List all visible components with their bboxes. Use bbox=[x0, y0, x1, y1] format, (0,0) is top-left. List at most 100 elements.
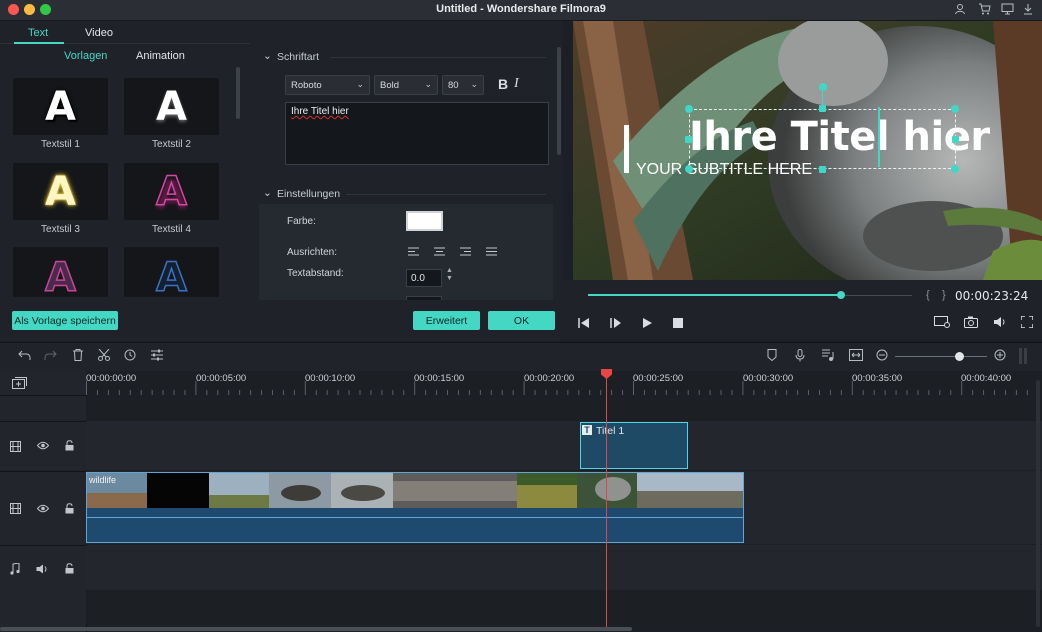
tab-video[interactable]: Video bbox=[85, 27, 113, 39]
ok-button[interactable]: OK bbox=[488, 311, 555, 330]
zoom-slider-knob[interactable] bbox=[955, 352, 965, 361]
timeline-ruler[interactable]: 00:00:00:00 00:00:05:00 00:00:10:00 00:0… bbox=[86, 371, 1042, 395]
rotate-handle[interactable] bbox=[819, 83, 827, 91]
speaker-icon[interactable] bbox=[36, 564, 49, 577]
window-titlebar: Untitled - Wondershare Filmora9 bbox=[0, 0, 1042, 21]
play-icon[interactable] bbox=[642, 317, 652, 331]
redo-icon[interactable] bbox=[44, 349, 57, 364]
template-glyph-1: A bbox=[45, 83, 76, 130]
ruler-label: 00:00:30:00 bbox=[743, 373, 794, 384]
timeline-vscrollbar[interactable] bbox=[1036, 380, 1040, 627]
timeline-hscrollbar[interactable] bbox=[0, 627, 632, 631]
lock-icon[interactable] bbox=[65, 503, 74, 517]
video-clip-thumbnails bbox=[87, 473, 743, 508]
undo-icon[interactable] bbox=[18, 349, 31, 364]
settings-scrollbar[interactable] bbox=[557, 47, 561, 155]
zoom-slider-track[interactable] bbox=[895, 356, 987, 357]
align-center-icon[interactable] bbox=[434, 247, 445, 259]
delete-icon[interactable] bbox=[73, 349, 83, 364]
advanced-button[interactable]: Erweitert bbox=[413, 311, 480, 330]
audio-meter-icon[interactable] bbox=[1019, 348, 1027, 367]
music-note-icon bbox=[10, 562, 20, 578]
playback-progress bbox=[588, 294, 841, 296]
lock-icon[interactable] bbox=[65, 563, 74, 577]
resize-handle[interactable] bbox=[952, 136, 959, 143]
align-left-icon[interactable] bbox=[408, 247, 419, 259]
template-tile-2[interactable]: A bbox=[124, 78, 219, 135]
settings-section-label: Einstellungen bbox=[277, 188, 341, 200]
marker-icon[interactable] bbox=[767, 349, 777, 364]
color-swatch[interactable] bbox=[406, 211, 443, 231]
font-family-select[interactable]: Roboto ⌄ bbox=[285, 75, 370, 95]
title-track[interactable] bbox=[86, 421, 1042, 470]
align-justify-icon[interactable] bbox=[486, 247, 497, 259]
italic-button[interactable]: I bbox=[514, 76, 519, 92]
font-weight-value: Bold bbox=[380, 80, 400, 91]
snapshot-icon[interactable] bbox=[964, 316, 978, 331]
resize-handle[interactable] bbox=[685, 136, 692, 143]
video-clip[interactable]: wildlife bbox=[86, 472, 744, 543]
spacing-input[interactable]: 0.0 bbox=[406, 269, 442, 287]
step-forward-icon[interactable] bbox=[610, 317, 622, 331]
lock-icon[interactable] bbox=[65, 440, 74, 454]
cut-icon[interactable] bbox=[98, 348, 110, 364]
stop-icon[interactable] bbox=[673, 317, 683, 331]
video-preview[interactable]: Ihre Titel hier YOUR SUBTITLE HERE bbox=[573, 21, 1042, 280]
align-right-icon[interactable] bbox=[460, 247, 471, 259]
add-track-icon[interactable] bbox=[12, 377, 27, 392]
voiceover-icon[interactable] bbox=[822, 349, 834, 364]
template-tile-1[interactable]: A bbox=[13, 78, 108, 135]
chevron-down-icon: ⌄ bbox=[470, 79, 478, 89]
template-tile-4[interactable]: A bbox=[124, 163, 219, 220]
resize-handle[interactable] bbox=[685, 105, 693, 113]
resize-handle[interactable] bbox=[819, 166, 826, 173]
font-weight-select[interactable]: Bold ⌄ bbox=[374, 75, 438, 95]
font-size-select[interactable]: 80 ⌄ bbox=[442, 75, 484, 95]
mark-in-icon[interactable]: { bbox=[926, 289, 930, 301]
zoom-in-icon[interactable] bbox=[994, 349, 1006, 364]
fullscreen-icon[interactable] bbox=[1020, 315, 1034, 331]
zoom-out-icon[interactable] bbox=[876, 349, 888, 364]
template-tile-6[interactable]: A bbox=[124, 247, 219, 297]
template-label-3: Textstil 3 bbox=[41, 224, 80, 235]
template-tile-3[interactable]: A bbox=[13, 163, 108, 220]
skip-back-icon[interactable] bbox=[578, 317, 590, 331]
template-tile-5[interactable]: A bbox=[13, 247, 108, 297]
subtab-animation[interactable]: Animation bbox=[136, 50, 185, 62]
spacing-stepper[interactable]: ▲ ▼ bbox=[446, 267, 453, 283]
chevron-down-icon[interactable]: ⌄ bbox=[263, 50, 272, 62]
resize-handle[interactable] bbox=[951, 165, 959, 173]
chevron-down-icon[interactable]: ⌄ bbox=[263, 187, 272, 199]
speed-icon[interactable] bbox=[124, 349, 136, 364]
fit-timeline-icon[interactable] bbox=[849, 349, 863, 364]
tab-text[interactable]: Text bbox=[28, 27, 48, 39]
subtab-templates[interactable]: Vorlagen bbox=[64, 50, 107, 62]
audio-track[interactable] bbox=[86, 545, 1042, 590]
selection-box[interactable] bbox=[689, 109, 956, 169]
next-field-input[interactable] bbox=[406, 296, 442, 300]
save-as-template-button[interactable]: Als Vorlage speichern bbox=[12, 311, 118, 330]
title-text-input[interactable]: Ihre Titel hier bbox=[285, 102, 549, 165]
cart-icon[interactable] bbox=[978, 3, 991, 18]
title-clip[interactable]: T Titel 1 bbox=[580, 422, 688, 469]
resize-handle[interactable] bbox=[951, 105, 959, 113]
bold-button[interactable]: B bbox=[498, 76, 508, 92]
ruler-label: 00:00:05:00 bbox=[196, 373, 247, 384]
microphone-icon[interactable] bbox=[795, 349, 805, 365]
eye-icon[interactable] bbox=[36, 441, 50, 453]
user-icon[interactable] bbox=[954, 3, 966, 18]
mark-out-icon[interactable]: } bbox=[942, 289, 946, 301]
timecode: 00:00:23:24 bbox=[955, 289, 1029, 303]
download-icon[interactable] bbox=[1023, 3, 1033, 18]
templates-scrollbar[interactable] bbox=[236, 67, 240, 119]
title-clip-label: Titel 1 bbox=[596, 425, 625, 437]
render-preview-icon[interactable] bbox=[934, 316, 950, 331]
adjust-icon[interactable] bbox=[151, 349, 163, 364]
resize-handle[interactable] bbox=[685, 165, 693, 173]
eye-icon[interactable] bbox=[36, 504, 50, 516]
timeline-toolbar bbox=[0, 342, 1042, 372]
section-divider bbox=[346, 194, 546, 195]
volume-icon[interactable] bbox=[993, 316, 1007, 331]
monitor-icon[interactable] bbox=[1001, 3, 1014, 18]
playback-scrubber[interactable] bbox=[836, 291, 845, 299]
